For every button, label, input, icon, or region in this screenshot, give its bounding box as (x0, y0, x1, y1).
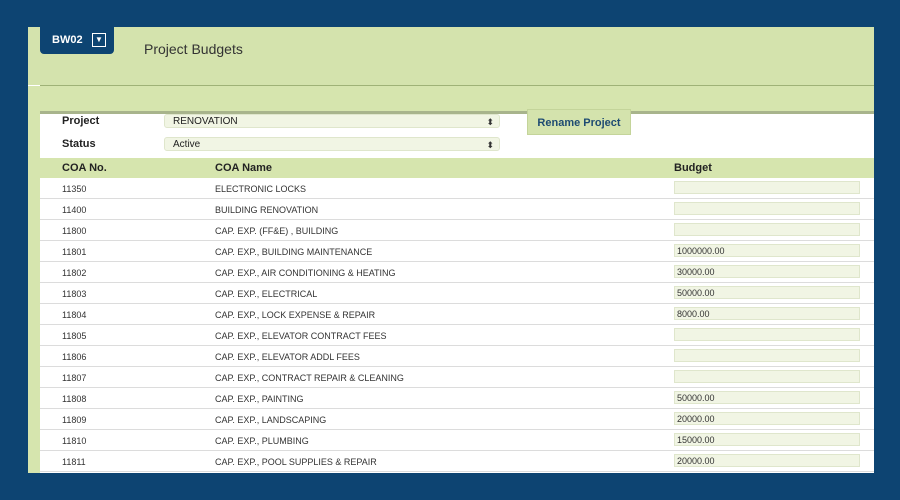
coa-number: 11800 (62, 226, 87, 236)
table-row: 11805 CAP. EXP., ELEVATOR CONTRACT FEES (40, 325, 874, 346)
select-arrows-icon: ⬍ (486, 117, 494, 127)
coa-number: 11803 (62, 289, 87, 299)
coa-number: 11802 (62, 268, 87, 278)
table-row: 11809 CAP. EXP., LANDSCAPING 20000.00 (40, 409, 874, 430)
coa-number: 11809 (62, 415, 87, 425)
page-title: Project Budgets (144, 41, 243, 57)
module-code: BW02 (52, 34, 83, 46)
budget-input[interactable] (674, 328, 860, 341)
app-window: BW02 ▼ Project Budgets Project RENOVATIO… (28, 27, 874, 473)
coa-name: CAP. EXP., CONTRACT REPAIR & CLEANING (215, 373, 404, 383)
chevron-down-icon[interactable]: ▼ (92, 33, 106, 47)
coa-name: CAP. EXP., PLUMBING (215, 436, 309, 446)
coa-name: CAP. EXP., BUILDING MAINTENANCE (215, 247, 373, 257)
status-label: Status (62, 138, 96, 150)
header-coa-no[interactable]: COA No. (62, 162, 107, 174)
coa-name: CAP. EXP., LANDSCAPING (215, 415, 327, 425)
coa-name: CAP. EXP., AIR CONDITIONING & HEATING (215, 268, 396, 278)
table-row: 11810 CAP. EXP., PLUMBING 15000.00 (40, 430, 874, 451)
coa-number: 11400 (62, 205, 87, 215)
left-strip (28, 112, 40, 473)
budget-input[interactable]: 15000.00 (674, 433, 860, 446)
status-select[interactable]: Active ⬍ (164, 137, 500, 151)
coa-number: 11811 (62, 457, 86, 467)
table-row: 11806 CAP. EXP., ELEVATOR ADDL FEES (40, 346, 874, 367)
coa-name: BUILDING RENOVATION (215, 205, 319, 215)
project-label: Project (62, 115, 100, 127)
header-budget[interactable]: Budget (674, 162, 712, 174)
budget-input[interactable]: 30000.00 (674, 265, 860, 278)
table-row: 11803 CAP. EXP., ELECTRICAL 50000.00 (40, 283, 874, 304)
coa-number: 11810 (62, 436, 87, 446)
status-select-value: Active (173, 139, 201, 150)
budget-input[interactable] (674, 181, 860, 194)
budget-input[interactable]: 50000.00 (674, 391, 860, 404)
table-row: 11400 BUILDING RENOVATION (40, 199, 874, 220)
budget-input[interactable]: 50000.00 (674, 286, 860, 299)
coa-name: ELECTRONIC LOCKS (215, 184, 307, 194)
header-band (28, 86, 874, 112)
header-coa-name[interactable]: COA Name (215, 162, 272, 174)
coa-number: 11806 (62, 352, 87, 362)
table-row: 11800 CAP. EXP. (FF&E) , BUILDING (40, 220, 874, 241)
table-row: 11802 CAP. EXP., AIR CONDITIONING & HEATI… (40, 262, 874, 283)
coa-number: 11804 (62, 310, 87, 320)
project-select[interactable]: RENOVATION ⬍ (164, 114, 500, 128)
table-row: 11350 ELECTRONIC LOCKS (40, 178, 874, 199)
coa-name: CAP. EXP., PAINTING (215, 394, 304, 404)
table-row: 11804 CAP. EXP., LOCK EXPENSE & REPAIR 800… (40, 304, 874, 325)
table-header: COA No. COA Name Budget (40, 158, 874, 178)
table-row: 11808 CAP. EXP., PAINTING 50000.00 (40, 388, 874, 409)
coa-number: 11808 (62, 394, 87, 404)
budget-table-body: 11350 ELECTRONIC LOCKS 11400 BUILDING RENOV… (40, 178, 874, 472)
budget-input[interactable]: 20000.00 (674, 454, 860, 467)
rename-project-button[interactable]: Rename Project (527, 109, 631, 135)
coa-name: CAP. EXP., POOL SUPPLIES & REPAIR (215, 457, 377, 467)
coa-name: CAP. EXP., ELECTRICAL (215, 289, 318, 299)
table-row: 11807 CAP. EXP., CONTRACT REPAIR & CLEANI… (40, 367, 874, 388)
coa-number: 11807 (62, 373, 87, 383)
budget-input[interactable] (674, 202, 860, 215)
budget-input[interactable] (674, 223, 860, 236)
coa-number: 11801 (62, 247, 87, 257)
project-select-value: RENOVATION (173, 116, 238, 127)
budget-input[interactable] (674, 349, 860, 362)
coa-name: CAP. EXP., ELEVATOR CONTRACT FEES (215, 331, 387, 341)
budget-input[interactable]: 8000.00 (674, 307, 860, 320)
coa-number: 11805 (62, 331, 87, 341)
budget-input[interactable]: 1000000.00 (674, 244, 860, 257)
budget-input[interactable]: 20000.00 (674, 412, 860, 425)
coa-name: CAP. EXP., LOCK EXPENSE & REPAIR (215, 310, 376, 320)
select-arrows-icon: ⬍ (486, 140, 494, 150)
module-tab[interactable]: BW02 ▼ (40, 27, 114, 54)
table-row: 11811 CAP. EXP., POOL SUPPLIES & REPAIR 20… (40, 451, 874, 472)
coa-name: CAP. EXP. (FF&E) , BUILDING (215, 226, 339, 236)
table-row: 11801 CAP. EXP., BUILDING MAINTENANCE 1000… (40, 241, 874, 262)
coa-name: CAP. EXP., ELEVATOR ADDL FEES (215, 352, 360, 362)
coa-number: 11350 (62, 184, 87, 194)
budget-input[interactable] (674, 370, 860, 383)
